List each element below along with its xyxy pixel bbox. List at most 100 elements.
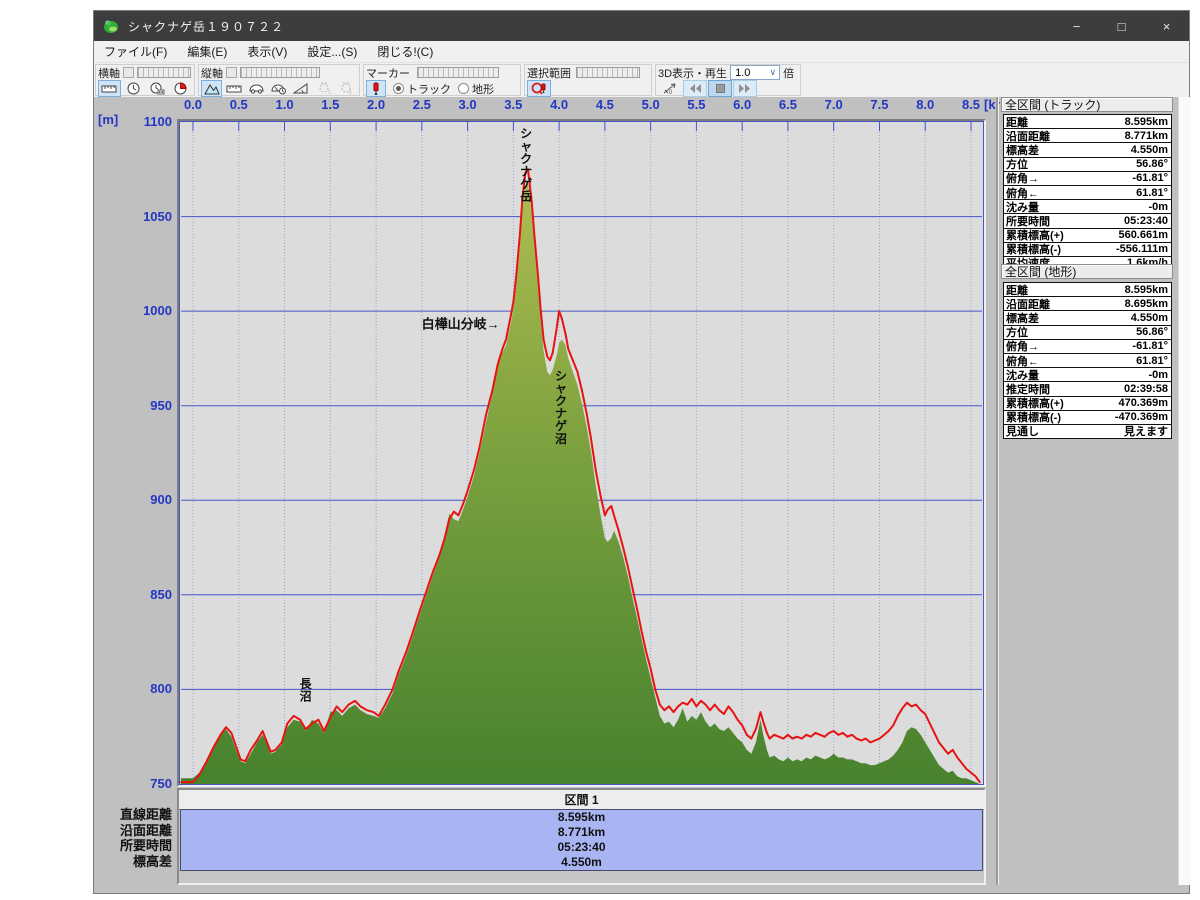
section-row-value: 05:23:40 — [181, 840, 982, 855]
menu-item[interactable]: 表示(V) — [237, 43, 297, 60]
right-margin-strip — [1178, 97, 1191, 885]
yaxis-plug2-button[interactable]: 2 — [336, 80, 357, 97]
xaxis-distance-button[interactable] — [98, 80, 121, 97]
menu-item[interactable]: 設定...(S) — [297, 43, 367, 60]
menu-item[interactable]: ファイル(F) — [94, 43, 177, 60]
stop-button[interactable] — [708, 80, 732, 97]
toolbar-group-xaxis: 横軸 — [95, 64, 195, 96]
app-icon — [102, 17, 120, 35]
section-row-label: 標高差 — [94, 851, 172, 866]
stat-value: -0m — [1148, 369, 1171, 381]
radio-track-label: トラック — [407, 81, 451, 97]
yaxis-slope-button[interactable] — [291, 80, 312, 97]
yaxis-distance-button[interactable] — [223, 80, 244, 97]
yaxis-zoom-slider[interactable] — [240, 67, 320, 78]
close-button[interactable]: × — [1144, 11, 1189, 41]
selection-range-button[interactable] — [527, 80, 551, 97]
marker-pen-button[interactable] — [366, 80, 386, 97]
section-row-value: 8.771km — [181, 825, 982, 840]
stat-row: 推定時間02:39:58 — [1004, 381, 1171, 395]
stat-value: 8.695km — [1125, 298, 1171, 310]
section-row-label: 所要時間 — [94, 835, 172, 850]
title-bar: シャクナゲ岳１９０７２２ − □ × — [94, 11, 1189, 41]
stat-value: 02:39:58 — [1124, 383, 1171, 395]
stat-label: 見通し — [1004, 423, 1039, 439]
x-axis-tick-label: 4.0 — [550, 97, 568, 112]
section-row-label: 直線距離 — [94, 804, 172, 819]
x-axis-tick-label: 5.5 — [687, 97, 705, 112]
xaxis-zoom-slider[interactable] — [137, 67, 191, 78]
stat-row: 沿面距離8.771km — [1004, 128, 1171, 142]
stat-row: 俯角←61.81° — [1004, 353, 1171, 367]
stat-row: 所要時間05:23:40 — [1004, 213, 1171, 227]
pie-clock-icon — [173, 82, 188, 95]
speedometer-clock-icon — [270, 82, 287, 95]
stat-value: 61.81° — [1136, 187, 1171, 199]
toolbar-group-selection: 選択範囲 — [524, 64, 652, 96]
stat-row: 距離8.595km — [1004, 115, 1171, 128]
toolbar-group-yaxis: 縦軸 1 — [198, 64, 360, 96]
yaxis-plug1-button[interactable]: 1 — [313, 80, 334, 97]
bird-view-button[interactable]: 0 — [658, 80, 682, 97]
stat-value: 4.550m — [1131, 144, 1171, 156]
section-values-box[interactable]: 8.595km8.771km05:23:404.550m — [180, 809, 983, 871]
stat-row: 俯角←61.81° — [1004, 185, 1171, 199]
radio-terrain-label: 地形 — [472, 81, 494, 97]
stat-value: 05:23:40 — [1124, 215, 1171, 227]
stats-terrain-table: 距離8.595km沿面距離8.695km標高差4.550m方位56.86°俯角→… — [1003, 282, 1172, 439]
stat-value: -0m — [1148, 201, 1171, 213]
menu-item[interactable]: 閉じる!(C) — [367, 43, 443, 60]
x-axis-tick-label: 0.5 — [230, 97, 248, 112]
yaxis-group-label: 縦軸 — [201, 65, 223, 81]
clock-icon — [126, 82, 141, 95]
toolbar-group-marker: マーカー トラック 地形 — [363, 64, 521, 96]
chart-annotation: 岳 — [520, 189, 532, 204]
clock-digits-icon — [149, 82, 165, 95]
y-axis-tick-label: 1000 — [122, 303, 172, 318]
selection-slider[interactable] — [576, 67, 640, 78]
profile-svg: シャクナゲ岳白樺山分岐→シャクナゲ沼長沼 — [179, 121, 984, 785]
stat-row: 沈み量-0m — [1004, 199, 1171, 213]
y-axis-tick-label: 850 — [122, 587, 172, 602]
stat-row: 標高差4.550m — [1004, 310, 1171, 324]
xaxis-time-button[interactable] — [122, 80, 145, 97]
y-axis-tick-label: 1100 — [122, 114, 172, 129]
yaxis-pace-button[interactable] — [268, 80, 289, 97]
stat-row: 累積標高(-)-556.111m — [1004, 242, 1171, 256]
section-row-label: 沿面距離 — [94, 820, 172, 835]
x-axis-tick-label: 4.5 — [596, 97, 614, 112]
playback-unit-label: 倍 — [783, 65, 794, 81]
xaxis-time-number-button[interactable] — [146, 80, 169, 97]
play-forward-button[interactable] — [733, 80, 757, 97]
x-axis-tick-label: 1.0 — [275, 97, 293, 112]
chart-annotation: 白樺山分岐→ — [422, 316, 500, 331]
y-axis-unit: [m] — [98, 112, 118, 127]
menu-item[interactable]: 編集(E) — [177, 43, 237, 60]
stat-row: 俯角→-61.81° — [1004, 171, 1171, 185]
marker-slider[interactable] — [417, 67, 499, 78]
xaxis-slider-button[interactable] — [123, 67, 134, 78]
minimize-button[interactable]: − — [1054, 11, 1099, 41]
yaxis-slider-button[interactable] — [226, 67, 237, 78]
xaxis-elapsed-button[interactable] — [169, 80, 192, 97]
yaxis-speed-button[interactable] — [246, 80, 267, 97]
rewind-button[interactable] — [683, 80, 707, 97]
x-axis-tick-label: 6.5 — [779, 97, 797, 112]
maximize-button[interactable]: □ — [1099, 11, 1144, 41]
toolbar: 横軸 縦軸 — [94, 63, 1189, 97]
x-axis-tick-label: 2.5 — [413, 97, 431, 112]
stat-value: -61.81° — [1132, 340, 1171, 352]
stat-value: 470.369m — [1118, 397, 1171, 409]
radio-terrain[interactable]: 地形 — [458, 81, 494, 97]
elevation-plot[interactable]: シャクナゲ岳白樺山分岐→シャクナゲ沼長沼 — [177, 119, 986, 787]
yaxis-elevation-button[interactable] — [201, 80, 222, 97]
playback-scale-select[interactable]: 1.0 ∨ — [730, 65, 780, 80]
ruler-icon — [101, 82, 117, 95]
x-axis-tick-label: 1.5 — [321, 97, 339, 112]
stat-value: 4.550m — [1131, 312, 1171, 324]
radio-track[interactable]: トラック — [393, 81, 451, 97]
stat-value: 8.595km — [1125, 116, 1171, 128]
app-window: シャクナゲ岳１９０７２２ − □ × ファイル(F)編集(E)表示(V)設定..… — [93, 10, 1190, 894]
svg-text:1: 1 — [328, 90, 331, 95]
y-axis-tick-label: 750 — [122, 776, 172, 791]
